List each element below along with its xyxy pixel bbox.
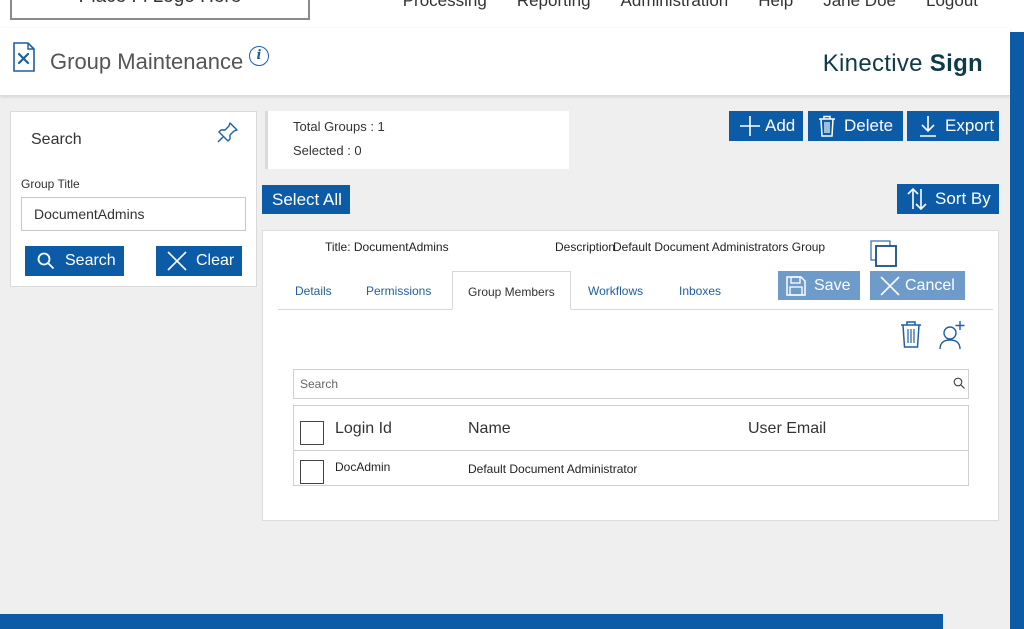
cell-login-id: DocAdmin [335,460,391,474]
select-all-members-checkbox[interactable] [300,421,324,445]
tab-inboxes[interactable]: Inboxes [679,271,721,310]
group-title-input[interactable] [21,197,246,231]
group-title-label: Group Title [21,177,80,191]
nav-menu: Processing Reporting Administration Help… [403,0,978,11]
nav-item-processing[interactable]: Processing [403,0,487,11]
info-icon[interactable]: i [249,46,269,66]
members-table: Login Id Name User Email DocAdmin Defaul… [293,405,969,486]
search-panel-heading: Search [31,131,82,148]
sort-by-button[interactable]: Sort By [897,184,999,214]
selected-count: Selected : 0 [293,143,362,158]
group-detail-card: Title: DocumentAdmins Description: Defau… [262,230,999,521]
brand-bold: Sign [929,50,983,77]
add-button-label: Add [765,116,796,135]
select-all-button[interactable]: Select All [262,185,350,214]
horizontal-scrollbar[interactable] [0,614,943,629]
table-row[interactable]: DocAdmin Default Document Administrator [294,451,968,486]
document-tools-icon [13,42,35,72]
description-value: Default Document Administrators Group [613,240,826,254]
brand-logo: Kinective Sign [823,50,983,78]
search-icon [37,252,55,270]
tab-workflows[interactable]: Workflows [588,271,643,310]
tab-group-members[interactable]: Group Members [452,271,571,310]
tab-details[interactable]: Details [295,271,332,310]
member-search-input[interactable] [293,369,969,399]
description-label: Description: [555,240,615,254]
column-header-user-email[interactable]: User Email [748,420,826,438]
page-header: Group Maintenance i Kinective Sign [0,28,1010,96]
nav-item-user-name[interactable]: Jane Doe [823,0,896,11]
row-checkbox[interactable] [300,460,324,484]
logo-placeholder: Place Fi Logo Here [10,0,310,20]
cancel-button[interactable]: Cancel [870,271,965,300]
trash-icon [819,115,835,137]
column-header-name[interactable]: Name [468,420,511,438]
vertical-scrollbar[interactable] [1010,32,1024,629]
total-groups-count: Total Groups : 1 [293,119,385,134]
delete-button[interactable]: Delete [808,111,903,141]
add-button[interactable]: Add [729,111,803,141]
members-table-header: Login Id Name User Email [294,406,968,451]
close-icon [167,251,187,271]
close-icon [880,275,900,296]
delete-button-label: Delete [844,116,894,135]
remove-member-trash-icon[interactable] [900,320,922,348]
export-button[interactable]: Export [907,111,999,141]
nav-item-help[interactable]: Help [758,0,793,11]
plus-icon [740,116,760,136]
save-button-label: Save [814,276,851,294]
totals-summary: Total Groups : 1 Selected : 0 [265,111,569,169]
clear-button[interactable]: Clear [156,246,242,276]
sort-icon [907,188,927,210]
brand-light: Kinective [822,50,923,77]
save-button[interactable]: Save [778,271,860,300]
nav-item-logout[interactable]: Logout [926,0,978,11]
search-button-label: Search [65,252,116,269]
tab-permissions[interactable]: Permissions [366,271,431,310]
search-icon[interactable] [953,377,965,389]
select-all-label: Select All [272,189,342,209]
nav-item-administration[interactable]: Administration [621,0,729,11]
copy-icon[interactable] [870,240,898,268]
scrollbar-top-spacer [1010,0,1024,32]
search-button[interactable]: Search [25,246,124,276]
download-icon [920,116,936,137]
nav-item-reporting[interactable]: Reporting [517,0,591,11]
pin-icon[interactable] [216,120,240,144]
cell-name: Default Document Administrator [468,462,638,476]
clear-button-label: Clear [196,252,235,269]
column-header-login-id[interactable]: Login Id [335,420,392,438]
page-title: Group Maintenance [50,49,244,74]
search-panel: Search Group Title Search Clear [10,111,257,287]
floppy-disk-icon [786,275,806,296]
export-button-label: Export [945,116,995,135]
cancel-button-label: Cancel [905,276,955,294]
sort-by-label: Sort By [935,189,991,208]
group-title-text: Title: DocumentAdmins [325,240,449,254]
add-member-icon[interactable] [938,320,966,350]
top-navigation: Place Fi Logo Here Processing Reporting … [0,0,1010,28]
